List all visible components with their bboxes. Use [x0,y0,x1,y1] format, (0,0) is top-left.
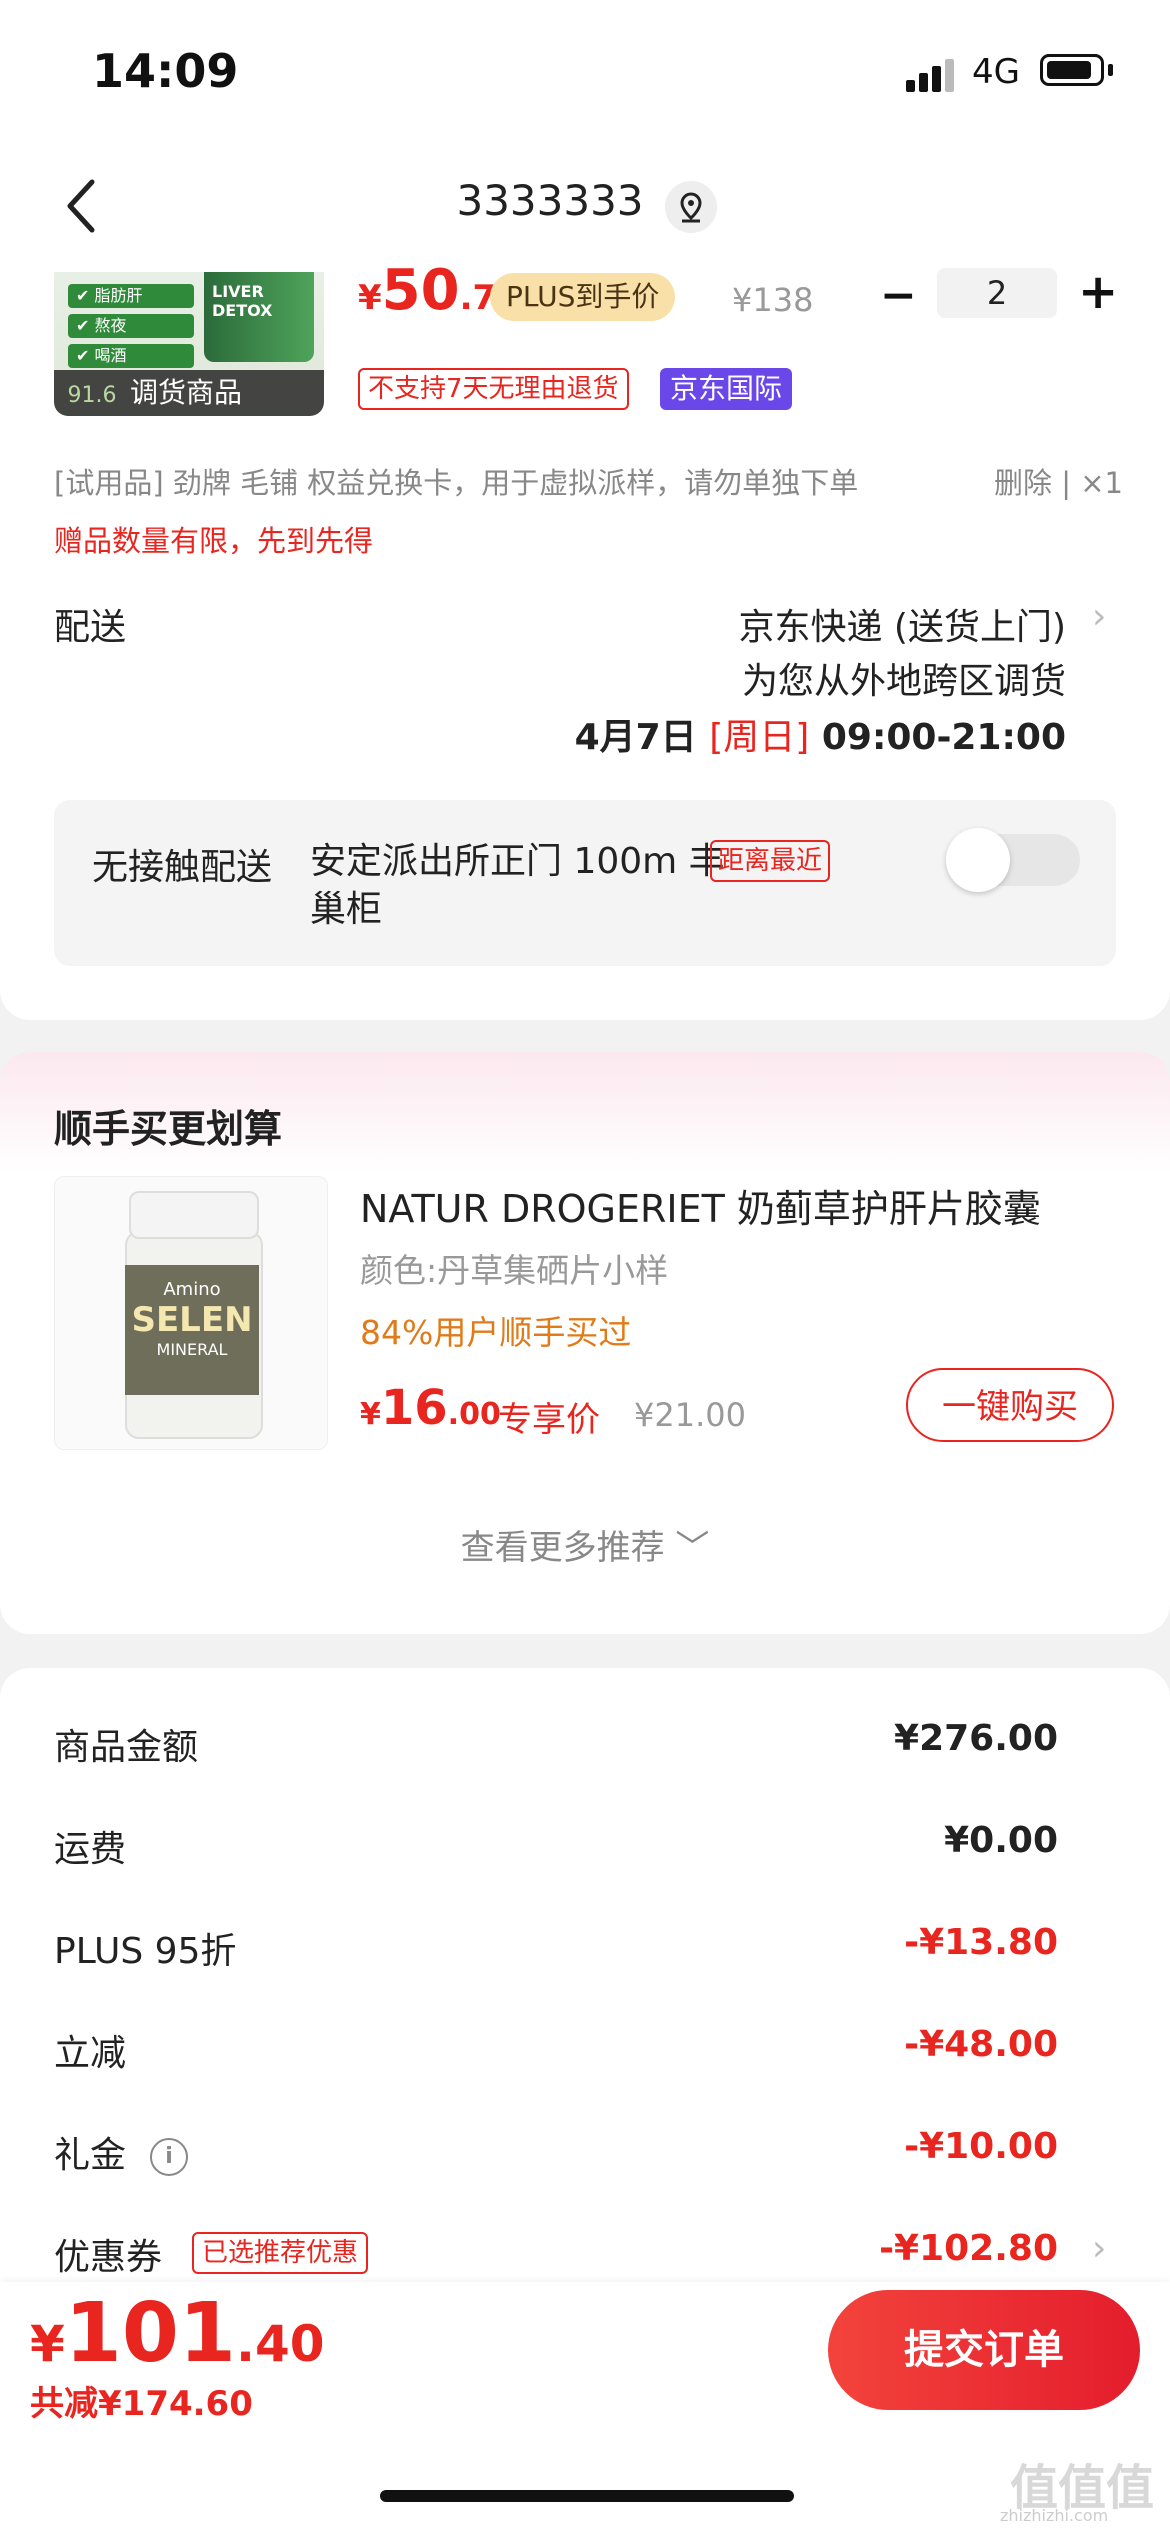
summary-value-gift: -¥10.00 [904,2126,1058,2167]
product-thumbnail[interactable]: ✔ 脂肪肝 ✔ 熬夜 ✔ 喝酒 LIVER DETOX 91.6 调货商品 [54,272,324,416]
quantity-minus-button[interactable]: − [880,270,917,321]
contactless-toggle[interactable] [946,828,1080,892]
battery-icon [1040,54,1104,86]
coupon-recommend-tag: 已选推荐优惠 [192,2232,369,2274]
recommend-product-image[interactable]: Amino SELEN MINERAL [54,1176,328,1450]
info-icon[interactable]: i [150,2138,189,2176]
gift-note: 赠品数量有限，先到先得 [54,524,374,558]
submit-order-button[interactable]: 提交订单 [828,2290,1140,2410]
summary-label-plus: PLUS 95折 [54,1931,237,1972]
exclusive-price-label: 专享价 [498,1400,600,1440]
summary-label-coupon: 优惠券 [54,2237,163,2278]
summary-value-subtotal: ¥276.00 [894,1718,1058,1759]
summary-label-subtotal: 商品金额 [54,1727,199,1768]
recommend-title: 顺手买更划算 [54,1107,283,1151]
summary-label-gift: 礼金 i [54,2126,189,2178]
home-indicator[interactable] [380,2490,794,2502]
chevron-right-icon[interactable]: › [1092,596,1106,637]
product-bottle-image: LIVER DETOX [204,272,314,362]
recommend-buyers-rate: 84%用户顺手买过 [360,1313,632,1352]
delivery-time[interactable]: 4月7日 [周日] 09:00-21:00 [575,708,1066,760]
more-recommendations-link[interactable]: 查看更多推荐 ﹀ [0,1520,1170,1569]
plus-price-tag: PLUS到手价 [490,273,676,321]
thumb-check-1: ✔ 脂肪肝 [68,284,194,308]
chevron-right-icon[interactable]: › [1092,2228,1106,2269]
network-type: 4G [972,52,1020,92]
recommend-price: ¥16.00 [360,1380,501,1436]
jd-international-badge: 京东国际 [660,368,793,410]
one-click-buy-button[interactable]: 一键购买 [906,1368,1114,1442]
transfer-goods-tag: 91.6 调货商品 [54,370,324,416]
status-time: 14:09 [92,44,239,98]
recommend-original-price: ¥21.00 [634,1396,746,1434]
recommend-product-name[interactable]: NATUR DROGERIET 奶蓟草护肝片胶囊 [360,1178,1100,1233]
summary-value-coupon[interactable]: -¥102.80 [879,2228,1058,2269]
summary-value-instant: -¥48.00 [904,2024,1058,2065]
quantity-input[interactable]: 2 [937,268,1057,318]
summary-label-instant: 立减 [54,2033,127,2074]
product-price: ¥50.7 [358,258,497,323]
contactless-label: 无接触配送 [92,847,273,888]
total-price: ¥101.40 [30,2286,325,2381]
watermark-url: zhizhizhi.com [1000,2506,1109,2525]
battery-tip [1108,64,1113,76]
original-price: ¥138 [732,281,814,319]
quantity-plus-button[interactable]: + [1078,264,1118,320]
no-return-badge: 不支持7天无理由退货 [358,368,629,410]
summary-label-shipping: 运费 [54,1829,127,1870]
contactless-address: 安定派出所正门 100m 丰巢柜 [310,841,725,930]
delivery-note: 为您从外地跨区调货 [741,661,1066,702]
total-saved: 共减¥174.60 [30,2384,253,2424]
thumb-check-3: ✔ 喝酒 [68,344,194,368]
summary-value-shipping: ¥0.00 [944,1820,1058,1861]
thumb-check-2: ✔ 熬夜 [68,314,194,338]
delivery-label: 配送 [54,607,127,648]
nearest-badge: 距离最近 [710,840,831,882]
signal-icon [906,58,958,92]
recommend-product-spec: 颜色:丹草集硒片小样 [360,1251,669,1290]
trial-item-text: [试用品] 劲牌 毛铺 权益兑换卡，用于虚拟派样，请勿单独下单 [54,466,859,500]
location-pin-icon[interactable] [665,181,717,233]
delivery-method[interactable]: 京东快递 (送货上门) [738,598,1066,650]
summary-value-plus: -¥13.80 [904,1922,1058,1963]
trial-delete-link[interactable]: 删除 | ×1 [994,460,1123,502]
chevron-down-icon: ﹀ [675,1528,710,1568]
